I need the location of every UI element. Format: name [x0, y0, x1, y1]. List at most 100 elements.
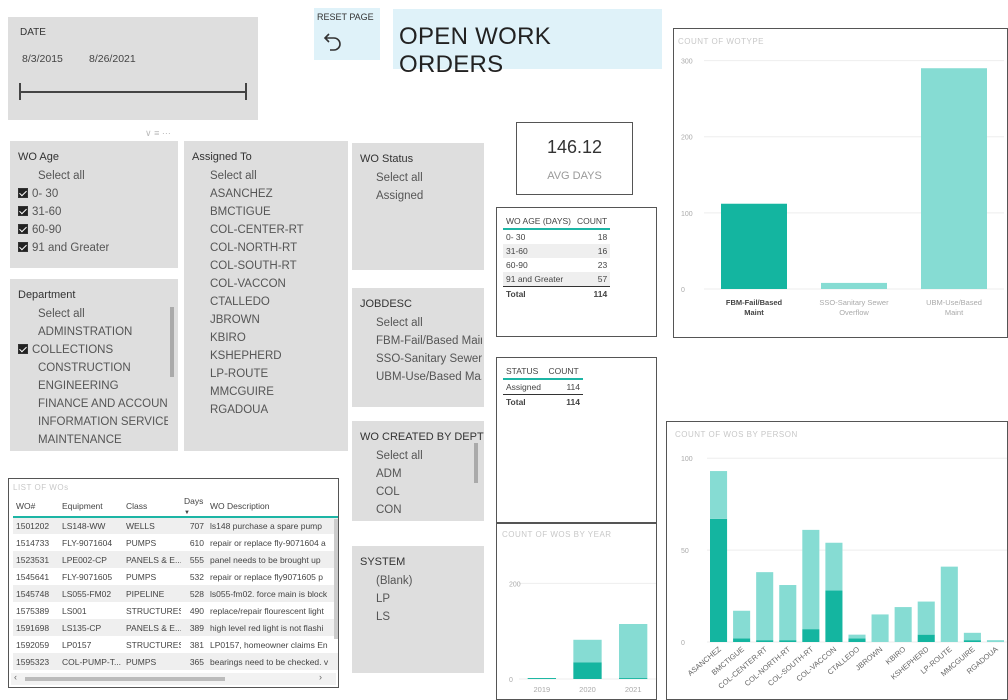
table-row[interactable]: 1545748 LS055-FM02 PIPELINE 528 ls055-fm02. … — [13, 585, 338, 602]
wo-status-item[interactable]: Assigned — [376, 187, 423, 205]
assigned-to-item[interactable]: COL-SOUTH-RT — [210, 257, 342, 275]
assigned-to-item[interactable]: COL-CENTER-RT — [210, 221, 342, 239]
bar[interactable] — [825, 590, 843, 642]
bar[interactable] — [940, 566, 958, 642]
horizontal-scrollbar[interactable]: ‹ › — [11, 672, 336, 685]
column-header[interactable]: COUNT — [574, 214, 611, 230]
column-header[interactable]: WO AGE (DAYS) — [503, 214, 575, 230]
department-scrollbar[interactable] — [170, 307, 174, 377]
date-start[interactable]: 8/3/2015 — [22, 53, 63, 65]
table-row[interactable]: 1575389 LS001 STRUCTURES 490 replace/repair … — [13, 602, 338, 619]
date-range-end-handle[interactable] — [245, 83, 247, 100]
scroll-left-icon[interactable]: ‹ — [14, 672, 17, 682]
assigned-to-item[interactable]: CTALLEDO — [210, 293, 342, 311]
reset-page-button[interactable]: RESET PAGE — [314, 8, 380, 60]
department-item[interactable]: INFORMATION SERVICES — [18, 413, 168, 431]
bar[interactable] — [710, 471, 728, 519]
bar[interactable] — [894, 607, 912, 642]
bar[interactable] — [871, 614, 889, 642]
bar[interactable] — [733, 638, 751, 642]
department-item[interactable]: MAINTENANCE — [18, 431, 168, 449]
checkbox-checked-icon[interactable] — [18, 242, 28, 252]
bar[interactable] — [756, 572, 774, 641]
bar[interactable] — [802, 529, 820, 630]
wo-age-item[interactable]: 91 and Greater — [18, 239, 109, 257]
bar[interactable] — [573, 639, 602, 663]
bar[interactable] — [527, 678, 556, 679]
bar[interactable] — [825, 542, 843, 591]
column-header[interactable]: STATUS — [503, 364, 546, 380]
assigned-to-item[interactable]: BMCTIGUE — [210, 203, 342, 221]
table-row[interactable]: 1592059 LP0157 STRUCTURES 381 LP0157, homeow… — [13, 636, 338, 653]
column-header[interactable]: COUNT — [545, 364, 583, 380]
system-item[interactable]: LS — [376, 608, 412, 626]
table-row[interactable]: 1501202 LS148-WW WELLS 707 ls148 purchase a … — [13, 517, 338, 534]
bar[interactable] — [756, 640, 774, 642]
assigned-to-item[interactable]: Select all — [210, 167, 342, 185]
checkbox-checked-icon[interactable] — [18, 224, 28, 234]
wo-created-by-dept-item[interactable]: ADM — [376, 465, 423, 483]
department-item[interactable]: Select all — [18, 305, 168, 323]
jobdesc-item[interactable]: UBM-Use/Based Ma... — [376, 368, 482, 386]
checkbox-checked-icon[interactable] — [18, 188, 28, 198]
system-item[interactable]: LP — [376, 590, 412, 608]
bar[interactable] — [619, 678, 648, 679]
table-row[interactable]: 1591698 LS135-CP PANELS & E... 389 high leve… — [13, 619, 338, 636]
column-header[interactable]: WO# — [13, 495, 59, 518]
assigned-to-item[interactable]: KSHEPHERD — [210, 347, 342, 365]
vertical-scrollbar[interactable] — [334, 519, 338, 639]
department-item[interactable]: ENGINEERING — [18, 377, 168, 395]
assigned-to-item[interactable]: COL-VACCON — [210, 275, 342, 293]
table-row[interactable]: 1523531 LPE002-CP PANELS & E... 555 panel ne… — [13, 551, 338, 568]
jobdesc-item[interactable]: Select all — [376, 314, 482, 332]
department-item[interactable]: CONSTRUCTION — [18, 359, 168, 377]
department-item[interactable]: ADMINSTRATION — [18, 323, 168, 341]
column-header-sorted[interactable]: Days ▼ — [181, 495, 207, 518]
jobdesc-item[interactable]: SSO-Sanitary Sewer... — [376, 350, 482, 368]
table-row[interactable]: 1514733 FLY-9071604 PUMPS 610 repair or repl… — [13, 534, 338, 551]
system-item[interactable]: (Blank) — [376, 572, 412, 590]
wo-created-by-dept-item[interactable]: COL — [376, 483, 423, 501]
date-range-start-handle[interactable] — [19, 83, 21, 100]
assigned-to-item[interactable]: KBIRO — [210, 329, 342, 347]
department-item[interactable]: FINANCE AND ACCOUNTI... — [18, 395, 168, 413]
wo-age-item[interactable]: 60-90 — [18, 221, 109, 239]
bar[interactable] — [779, 640, 797, 642]
date-end[interactable]: 8/26/2021 — [89, 53, 136, 65]
table-row[interactable]: 1595323 COL-PUMP-T... PUMPS 365 bearings nee… — [13, 653, 338, 670]
column-header[interactable]: WO Description — [207, 495, 338, 518]
column-header[interactable]: Equipment — [59, 495, 123, 518]
assigned-to-item[interactable]: MMCGUIRE — [210, 383, 342, 401]
assigned-to-item[interactable]: LP-ROUTE — [210, 365, 342, 383]
bar[interactable] — [986, 640, 1004, 642]
bar[interactable] — [710, 518, 728, 642]
bar[interactable] — [917, 601, 935, 635]
jobdesc-item[interactable]: FBM-Fail/Based Maint — [376, 332, 482, 350]
wo-status-item[interactable]: Select all — [376, 169, 423, 187]
bar[interactable] — [917, 634, 935, 642]
assigned-to-item[interactable]: COL-NORTH-RT — [210, 239, 342, 257]
bar[interactable] — [802, 629, 820, 642]
wo-age-item[interactable]: 0- 30 — [18, 185, 109, 203]
wo-created-by-dept-scrollbar[interactable] — [474, 443, 478, 483]
bar[interactable] — [721, 203, 787, 289]
bar[interactable] — [573, 662, 602, 679]
checkbox-checked-icon[interactable] — [18, 206, 28, 216]
wo-age-item[interactable]: Select all — [18, 167, 109, 185]
wo-created-by-dept-item[interactable]: Select all — [376, 447, 423, 465]
bar[interactable] — [848, 638, 866, 642]
bar[interactable] — [848, 634, 866, 639]
bar[interactable] — [733, 610, 751, 639]
assigned-to-item[interactable]: RGADOUA — [210, 401, 342, 419]
bar[interactable] — [619, 624, 648, 679]
table-row[interactable]: 1545641 FLY-9071605 PUMPS 532 repair or repl… — [13, 568, 338, 585]
wo-age-item[interactable]: 31-60 — [18, 203, 109, 221]
checkbox-checked-icon[interactable] — [18, 344, 28, 354]
scroll-right-icon[interactable]: › — [319, 672, 322, 682]
assigned-to-item[interactable]: JBROWN — [210, 311, 342, 329]
assigned-to-item[interactable]: ASANCHEZ — [210, 185, 342, 203]
department-item[interactable]: COLLECTIONS — [18, 341, 168, 359]
column-header[interactable]: Class — [123, 495, 181, 518]
bar[interactable] — [779, 585, 797, 641]
chevron-down-icon[interactable]: ∨ ≡ ⋯ — [145, 128, 171, 139]
